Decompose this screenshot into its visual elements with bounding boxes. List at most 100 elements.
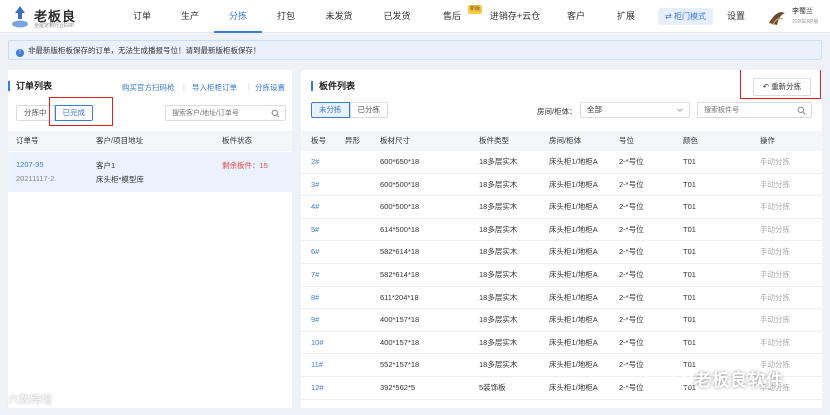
col-board-status: 板件状态 [222, 136, 252, 145]
buy-scanner-link[interactable]: 购买官方扫码枪 [122, 82, 175, 93]
link-separator: | [248, 82, 250, 91]
room-cabinet: 床头柜1/地柜A [549, 315, 598, 325]
nav-item-sorting[interactable]: 分拣 [214, 0, 262, 33]
order-search-input[interactable] [166, 106, 267, 120]
board-size: 400*157*18 [380, 315, 420, 325]
nav-item-shipped[interactable]: 已发货 [368, 0, 426, 33]
manual-sort-action[interactable]: 手动分拣 [760, 309, 790, 331]
chevron-down-icon [677, 108, 683, 112]
nav-item-inventory-cloud[interactable]: 进销存+云仓 [478, 0, 552, 33]
table-row[interactable]: 5# 614*500*18 18多层实木 床头柜1/地柜A 2-*号位 T01 手动分拣 [301, 219, 822, 242]
watermark-left: 六数跨境 [8, 391, 52, 407]
manual-sort-action[interactable]: 手动分拣 [760, 287, 790, 309]
cabinet-door-mode-button[interactable]: ⇄ 柜门模式 [658, 8, 713, 25]
table-row[interactable]: 9# 400*157*18 18多层实木 床头柜1/地柜A 2-*号位 T01 手动分拣 [301, 309, 822, 332]
table-row[interactable]: 8# 611*204*18 18多层实木 床头柜1/地柜A 2-*号位 T01 手动分拣 [301, 287, 822, 310]
col-board-size: 板材尺寸 [380, 136, 410, 145]
board-number[interactable]: 4# [311, 196, 319, 218]
board-size: 392*562*5 [380, 383, 416, 392]
nav-item-label: 未发货 [325, 11, 353, 21]
board-number[interactable]: 2# [311, 151, 319, 173]
board-number[interactable]: 6# [311, 241, 319, 263]
table-row[interactable]: 7# 582*614*18 18多层实木 床头柜1/地柜A 2-*号位 T01 手动分拣 [301, 264, 822, 287]
order-search[interactable] [165, 105, 286, 121]
user-name[interactable]: 李蜀兰 [792, 6, 813, 16]
board-color: T01 [683, 224, 696, 234]
nav-item-label: 分拣 [228, 11, 247, 21]
manual-sort-action[interactable]: 手动分拣 [760, 174, 790, 196]
board-type: 18多层实木 [479, 337, 518, 347]
order-number[interactable]: 1207-35 [16, 160, 44, 169]
project-address: 床头柜*模型库 [96, 175, 144, 184]
search-icon[interactable] [271, 109, 280, 118]
slot-position: 2-*号位 [619, 224, 644, 234]
nav-item-unshipped[interactable]: 未发货 [310, 0, 368, 33]
link-separator: | [183, 82, 185, 91]
board-number[interactable]: 11# [311, 354, 323, 376]
board-list-panel: 板件列表 ↶ 重新分拣 未分拣 已分拣 房间/柜体： 全部 板号 异形 板材尺寸… [301, 70, 822, 408]
board-number[interactable]: 3# [311, 174, 319, 196]
table-row[interactable]: 10# 400*157*18 18多层实木 床头柜1/地柜A 2-*号位 T01 手动分拣 [301, 332, 822, 355]
board-size: 400*157*18 [380, 337, 420, 347]
board-size: 614*500*18 [380, 224, 420, 234]
room-filter-select[interactable]: 全部 [580, 102, 690, 118]
col-room-cabinet: 房间/柜体 [549, 136, 582, 145]
nav-item-label: 扩展 [616, 11, 635, 21]
brand-tagline: 全屋定制行业ERP [34, 23, 75, 29]
board-number[interactable]: 10# [311, 332, 324, 354]
table-row[interactable]: 4# 600*500*18 18多层实木 床头柜1/地柜A 2-*号位 T01 手动分拣 [301, 196, 822, 219]
board-type: 18多层实木 [479, 270, 518, 279]
avatar[interactable] [767, 5, 787, 27]
settings-link[interactable]: 设置 [727, 0, 745, 33]
order-list-title: 订单列表 [8, 81, 52, 91]
room-cabinet: 床头柜1/地柜A [549, 247, 598, 257]
tab-unsorted[interactable]: 未分拣 [311, 102, 350, 118]
sorting-settings-link[interactable]: 分拣设置 [255, 82, 285, 93]
col-customer-address: 客户/项目地址 [96, 136, 144, 145]
highlight-box [49, 97, 113, 126]
board-list-title: 板件列表 [311, 81, 355, 91]
manual-sort-action[interactable]: 手动分拣 [760, 196, 790, 218]
nav-item-label: 售后 [442, 11, 461, 21]
nav-item-extensions[interactable]: 扩展 [600, 0, 652, 33]
manual-sort-action[interactable]: 手动分拣 [760, 332, 790, 354]
nav-item-after-sales[interactable]: 售后 新版 [426, 0, 482, 33]
table-row[interactable]: 3# 600*500*18 18多层实木 床头柜1/地柜A 2-*号位 T01 手动分拣 [301, 174, 822, 197]
board-color: T01 [683, 179, 696, 189]
table-row[interactable]: 2# 600*650*18 18多层实木 床头柜1/地柜A 2-*号位 T01 手动分拣 [301, 151, 822, 174]
manual-sort-action[interactable]: 手动分拣 [760, 151, 790, 173]
board-number[interactable]: 5# [311, 219, 319, 241]
nav-item-production[interactable]: 生产 [166, 0, 214, 33]
board-search-input[interactable] [698, 103, 793, 117]
search-icon[interactable] [797, 106, 806, 115]
board-type: 18多层实木 [479, 224, 518, 234]
board-number[interactable]: 9# [311, 309, 319, 331]
board-type: 18多层实木 [479, 157, 518, 166]
board-type: 18多层实木 [479, 315, 518, 325]
board-number[interactable]: 12# [311, 377, 324, 399]
manual-sort-action[interactable]: 手动分拣 [760, 241, 790, 263]
slot-position: 2-*号位 [619, 157, 644, 166]
nav-item-orders[interactable]: 订单 [118, 0, 166, 33]
notice-text: 非最新版柜板保存的订单，无法生成播报号位！请到最新版柜板保存！ [28, 46, 261, 55]
manual-sort-action[interactable]: 手动分拣 [760, 264, 790, 286]
room-cabinet: 床头柜1/地柜A [549, 360, 598, 370]
table-row[interactable]: 1207-35 20211117-2 客户1 床头柜*模型库 剩余板件：15 [8, 152, 292, 192]
nav-item-packing[interactable]: 打包 [262, 0, 310, 33]
board-number[interactable]: 8# [311, 287, 319, 309]
manual-sort-action[interactable]: 手动分拣 [760, 219, 790, 241]
tab-sorted[interactable]: 已分拣 [349, 102, 388, 118]
import-orders-link[interactable]: 导入柜柜订单 [192, 82, 237, 93]
col-slot: 号位 [619, 136, 634, 145]
order-date: 20211117-2 [16, 174, 55, 183]
board-search[interactable] [697, 102, 812, 118]
info-icon: ! [16, 49, 24, 57]
nav-item-customers[interactable]: 客户 [552, 0, 600, 33]
table-row[interactable]: 6# 582*614*18 18多层实木 床头柜1/地柜A 2-*号位 T01 手动分拣 [301, 241, 822, 264]
brand-logo[interactable]: 老板良 全屋定制行业ERP [10, 3, 110, 31]
board-color: T01 [683, 315, 696, 325]
board-color: T01 [683, 202, 696, 212]
board-type: 18多层实木 [479, 202, 518, 212]
nav-item-label: 打包 [276, 11, 295, 21]
board-number[interactable]: 7# [311, 264, 319, 286]
